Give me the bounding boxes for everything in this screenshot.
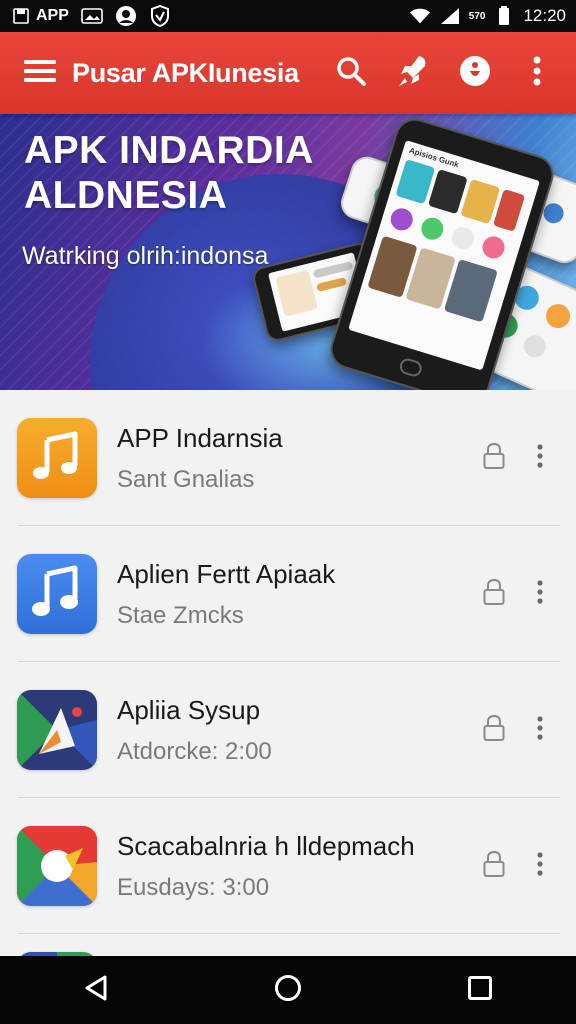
lock-button[interactable] xyxy=(474,846,514,886)
app-bar: Pusar APKIunesia xyxy=(0,32,576,114)
search-icon xyxy=(336,56,366,91)
wifi-icon xyxy=(409,7,431,25)
more-vert-icon xyxy=(533,56,541,91)
app-subtitle: Sant Gnalias xyxy=(117,465,255,493)
menu-button[interactable] xyxy=(12,45,68,101)
search-button[interactable] xyxy=(322,45,380,101)
home-button[interactable] xyxy=(253,962,323,1018)
item-more-button[interactable] xyxy=(520,846,560,886)
lock-button[interactable] xyxy=(474,710,514,750)
music-note-orange-icon xyxy=(17,418,97,498)
list-item[interactable]: Aplien Fertt Apiaak Stae Zmcks xyxy=(0,526,576,662)
recents-button[interactable] xyxy=(445,962,515,1018)
app-title: Pusar APKIunesia xyxy=(72,57,299,88)
status-time: 12:20 xyxy=(523,6,566,25)
chrome-like-icon xyxy=(17,826,97,906)
more-vert-icon xyxy=(537,851,543,881)
hero-title: APK INDARDIA ALDNESIA xyxy=(24,128,314,218)
hamburger-icon xyxy=(24,59,56,88)
hero-subtitle: Watrking olrih:indonsa xyxy=(22,242,269,270)
hero-banner[interactable]: APK INDARDIA ALDNESIA Watrking olrih:ind… xyxy=(0,114,576,390)
list-item[interactable]: Scacabalnria h lldepmach Eusdays: 3:00 xyxy=(0,798,576,934)
more-vert-icon xyxy=(537,443,543,473)
app-subtitle: Eusdays: 3:00 xyxy=(117,873,270,901)
home-icon xyxy=(274,974,302,1007)
app-subtitle: Atdorcke: 2:00 xyxy=(117,737,272,765)
status-bar: APP 570 12:20 xyxy=(0,0,576,32)
back-button[interactable] xyxy=(61,962,131,1018)
rocket-icon xyxy=(397,54,429,93)
lock-icon xyxy=(483,442,505,475)
back-icon xyxy=(83,974,109,1007)
overflow-menu-button[interactable] xyxy=(508,45,566,101)
music-note-blue-icon xyxy=(17,554,97,634)
item-more-button[interactable] xyxy=(520,438,560,478)
signal-icon xyxy=(439,7,461,25)
account-circle-icon xyxy=(115,6,137,26)
battery-icon xyxy=(493,6,515,25)
item-more-button[interactable] xyxy=(520,574,560,614)
hero-title-line1: APK INDARDIA xyxy=(24,129,314,172)
navigation-bar xyxy=(0,956,576,1024)
app-title: Apliia Sysup xyxy=(117,694,261,725)
image-icon xyxy=(81,7,103,25)
list-item[interactable] xyxy=(0,934,576,956)
list-item[interactable]: Apliia Sysup Atdorcke: 2:00 xyxy=(0,662,576,798)
lock-button[interactable] xyxy=(474,574,514,614)
app-title: APP Indarnsia xyxy=(117,422,283,453)
status-app-label: APP xyxy=(36,7,69,24)
recents-icon xyxy=(467,975,493,1006)
item-more-button[interactable] xyxy=(520,710,560,750)
lock-icon xyxy=(483,714,505,747)
app-title: Aplien Fertt Apiaak xyxy=(117,558,336,589)
shield-icon xyxy=(149,5,171,27)
hero-title-line2: ALDNESIA xyxy=(24,174,228,217)
lock-icon xyxy=(483,850,505,883)
lock-icon xyxy=(483,578,505,611)
more-vert-icon xyxy=(537,715,543,745)
save-icon xyxy=(10,7,32,25)
app-title: Scacabalnria h lldepmach xyxy=(117,830,415,861)
status-app-indicator: APP xyxy=(10,7,69,25)
more-vert-icon xyxy=(537,579,543,609)
lock-button[interactable] xyxy=(474,438,514,478)
rocket-button[interactable] xyxy=(384,45,442,101)
info-button[interactable] xyxy=(446,45,504,101)
status-small-label: 570 xyxy=(468,10,486,22)
app-list: APP Indarnsia Sant Gnalias Aplien Fertt … xyxy=(0,390,576,956)
triangle-logo-icon xyxy=(17,690,97,770)
list-item[interactable]: APP Indarnsia Sant Gnalias xyxy=(0,390,576,526)
app-subtitle: Stae Zmcks xyxy=(117,601,244,629)
info-icon xyxy=(459,55,491,92)
